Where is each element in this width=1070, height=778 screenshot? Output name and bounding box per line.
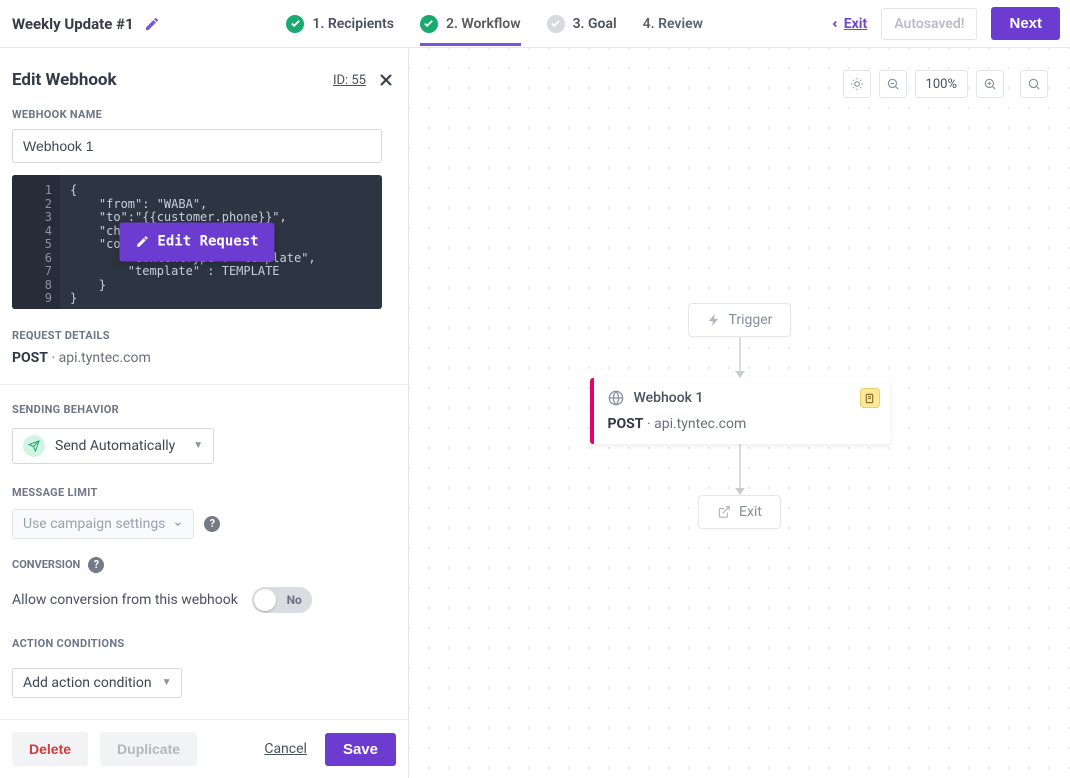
add-action-condition-value: Add action condition [23,675,152,691]
theme-toggle-button[interactable] [843,70,871,98]
chevron-down-icon [173,519,183,529]
chevron-left-icon [830,19,840,29]
step-label: 2. Workflow [446,16,521,32]
exit-label: Exit [844,16,867,32]
exit-node[interactable]: Exit [698,495,781,529]
delete-button[interactable]: Delete [12,732,88,766]
check-circle-icon [420,15,438,33]
request-body-preview: 123456789 { "from": "WABA", "to":"{{cust… [12,175,382,309]
next-button[interactable]: Next [991,7,1060,40]
conversion-toggle[interactable]: No [252,587,312,613]
trigger-label: Trigger [729,312,773,328]
check-circle-icon [547,15,565,33]
chevron-down-icon: ▼ [193,440,203,451]
toggle-knob [254,589,276,611]
zoom-fit-button[interactable] [1020,70,1048,98]
canvas-toolbar: 100% [843,70,1048,98]
webhook-node-title: Webhook 1 [634,390,704,406]
exit-icon [717,505,731,519]
edit-panel: Edit Webhook ID: 55 WEBHOOK NAME 1234567… [0,48,409,778]
request-details: POST · api.tyntec.com [12,350,396,366]
zoom-out-button[interactable] [879,70,907,98]
exit-link[interactable]: Exit [830,16,867,32]
request-details-label: REQUEST DETAILS [12,329,396,342]
step-label: 3. Goal [573,16,617,32]
step-review[interactable]: 4. Review [643,3,703,45]
autosaved-status: Autosaved! [881,8,977,40]
workflow-canvas[interactable]: 100% Trigger [409,48,1070,778]
save-button[interactable]: Save [325,733,396,766]
webhook-name-input[interactable] [12,129,382,163]
arrow-down-icon [735,488,745,495]
help-icon[interactable]: ? [88,557,104,573]
conversion-text: Allow conversion from this webhook [12,592,238,608]
arrow-down-icon [735,371,745,378]
edit-title-icon[interactable] [144,16,160,32]
zoom-in-button[interactable] [976,70,1004,98]
message-limit-label: MESSAGE LIMIT [12,486,396,499]
toggle-no-label: No [287,593,302,607]
message-limit-select[interactable]: Use campaign settings [12,509,194,539]
panel-footer: Delete Duplicate Cancel Save [0,719,408,778]
zoom-level[interactable]: 100% [915,70,968,98]
send-icon [23,435,45,457]
edit-request-label: Edit Request [157,231,258,252]
add-action-condition-select[interactable]: Add action condition ▼ [12,668,182,698]
webhook-node-host: api.tyntec.com [654,416,746,432]
help-icon[interactable]: ? [204,516,220,532]
exit-label: Exit [739,504,762,520]
action-conditions-label: ACTION CONDITIONS [12,637,396,650]
draft-badge-icon [860,388,880,408]
duplicate-button: Duplicate [100,732,197,766]
edit-request-button[interactable]: Edit Request [119,222,274,261]
request-host: api.tyntec.com [59,350,151,366]
sending-behavior-value: Send Automatically [55,438,175,454]
conversion-label: CONVERSION [12,558,80,571]
webhook-node-method: POST [608,416,644,432]
webhook-id-link[interactable]: ID: 55 [333,73,366,88]
close-panel-button[interactable] [376,70,396,90]
step-label: 1. Recipients [312,16,394,32]
app-header: Weekly Update #1 1. Recipients 2. Workfl… [0,0,1070,48]
sending-behavior-label: SENDING BEHAVIOR [12,403,396,416]
code-gutter: 123456789 [12,175,60,309]
campaign-title: Weekly Update #1 [12,15,134,33]
panel-title: Edit Webhook [12,70,117,90]
chevron-down-icon: ▼ [162,677,172,688]
step-label: 4. Review [643,16,703,32]
request-method: POST [12,350,48,366]
name-field-label: WEBHOOK NAME [12,108,396,121]
step-workflow[interactable]: 2. Workflow [420,2,521,46]
message-limit-value: Use campaign settings [23,516,165,532]
workflow-flow: Trigger Webhook 1 POST · api.tyntec.com [590,303,890,529]
pencil-icon [135,235,149,249]
sending-behavior-select[interactable]: Send Automatically ▼ [12,428,214,464]
webhook-node[interactable]: Webhook 1 POST · api.tyntec.com [590,378,890,444]
wizard-steps: 1. Recipients 2. Workflow 3. Goal 4. Rev… [286,2,703,46]
bolt-icon [707,313,721,327]
step-recipients[interactable]: 1. Recipients [286,2,394,46]
globe-icon [608,390,624,406]
cancel-link[interactable]: Cancel [264,741,307,757]
step-goal[interactable]: 3. Goal [547,2,617,46]
trigger-node[interactable]: Trigger [688,303,792,337]
check-circle-icon [286,15,304,33]
